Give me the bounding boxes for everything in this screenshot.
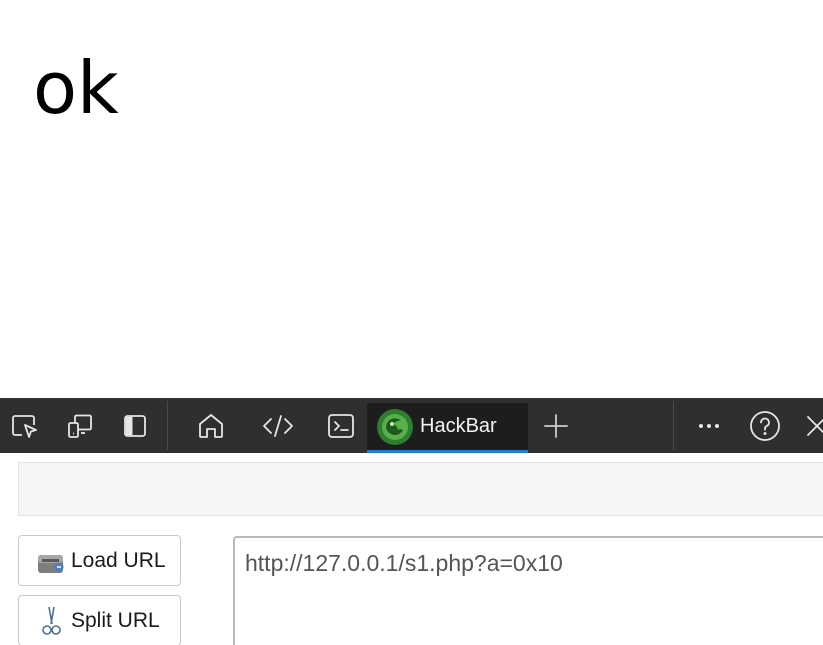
welcome-home-button[interactable] — [192, 398, 230, 453]
code-brackets-icon — [261, 411, 295, 441]
load-url-button[interactable]: Load URL — [18, 535, 181, 586]
tab-hackbar-label: HackBar — [420, 415, 497, 437]
close-icon — [804, 413, 823, 439]
tab-hackbar[interactable]: HackBar — [367, 403, 528, 453]
scissors-icon — [35, 604, 67, 638]
close-devtools-button[interactable] — [802, 398, 823, 453]
hackbar-panel: Load URL Split URL http://127.0.0.1/s1.p… — [0, 453, 823, 645]
toolbar-separator — [167, 401, 168, 450]
plus-icon — [542, 412, 570, 440]
hackbar-logo-icon — [376, 408, 414, 446]
toolbar-separator — [673, 401, 674, 450]
url-textarea[interactable]: http://127.0.0.1/s1.php?a=0x10 — [233, 536, 823, 645]
hackbar-menu-strip — [18, 462, 823, 516]
page-output-text: ok — [33, 46, 119, 130]
split-url-button[interactable]: Split URL — [18, 595, 181, 645]
console-button[interactable] — [322, 398, 360, 453]
inspect-element-icon — [9, 411, 39, 441]
dock-side-icon — [121, 412, 149, 440]
dock-side-button[interactable] — [117, 398, 153, 453]
device-emulation-button[interactable] — [62, 398, 98, 453]
browser-viewport: ok HackBar Load URL Split URL http://127… — [0, 0, 823, 645]
more-options-button[interactable] — [690, 398, 728, 453]
more-options-icon — [695, 412, 723, 440]
help-icon — [749, 410, 781, 442]
inspect-element-button[interactable] — [6, 398, 42, 453]
elements-button[interactable] — [258, 398, 298, 453]
help-button[interactable] — [745, 398, 785, 453]
split-url-label: Split URL — [71, 608, 160, 632]
device-emulation-icon — [65, 411, 95, 441]
home-icon — [196, 411, 226, 441]
console-icon — [326, 411, 356, 441]
devtools-toolbar: HackBar — [0, 398, 823, 453]
add-tool-button[interactable] — [538, 398, 574, 453]
load-url-icon — [35, 546, 67, 576]
load-url-label: Load URL — [71, 548, 166, 572]
